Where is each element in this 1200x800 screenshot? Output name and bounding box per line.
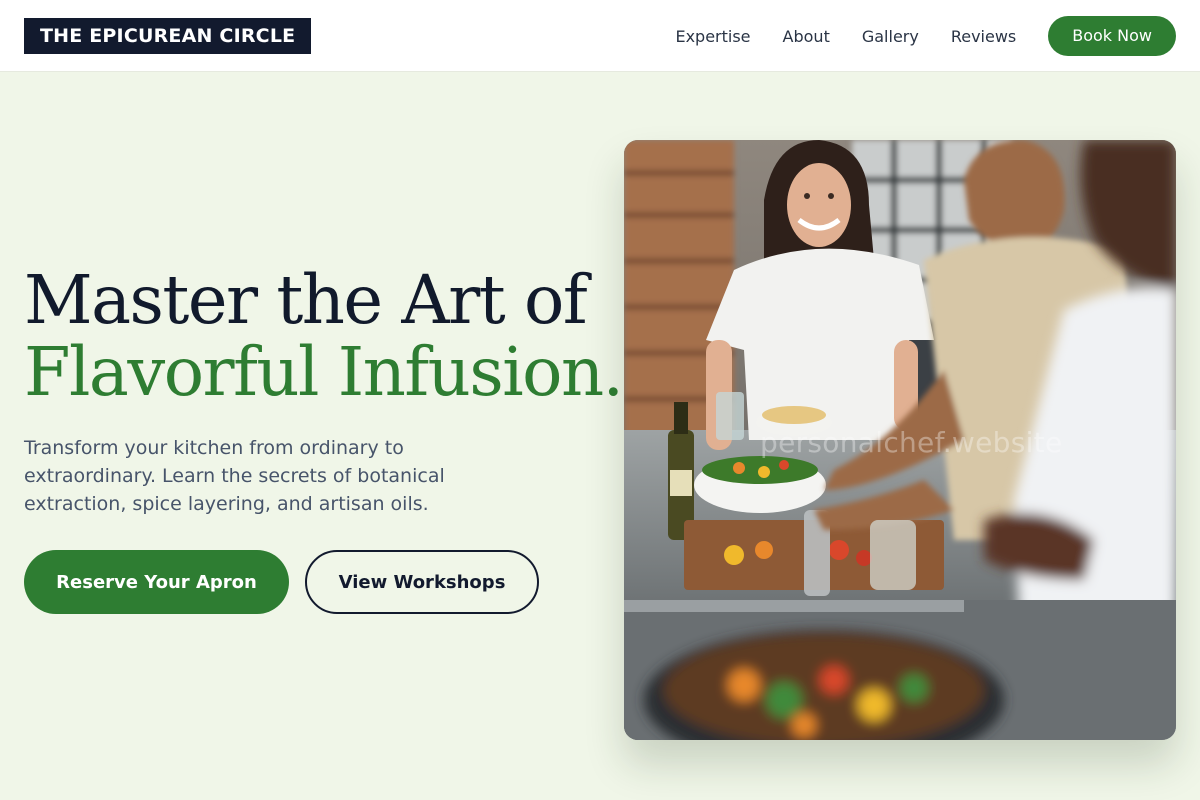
watermark-text: personalchef.website (760, 426, 1063, 459)
site-header: THE EPICUREAN CIRCLE Expertise About Gal… (0, 0, 1200, 72)
reserve-apron-button[interactable]: Reserve Your Apron (24, 550, 289, 614)
hero-title: Master the Art of Flavorful Infusion. (24, 261, 624, 411)
hero-title-line-1: Master the Art of (24, 261, 588, 339)
nav-link-about[interactable]: About (783, 27, 830, 46)
hero-subtitle: Transform your kitchen from ordinary to … (24, 437, 445, 515)
main-nav: Expertise About Gallery Reviews Book Now (675, 0, 1176, 72)
nav-link-gallery[interactable]: Gallery (862, 27, 919, 46)
nav-link-reviews[interactable]: Reviews (951, 27, 1016, 46)
view-workshops-button[interactable]: View Workshops (305, 550, 539, 614)
hero-photo: personalchef.website (624, 140, 1176, 740)
hero-title-line-2: Flavorful Infusion. (24, 333, 624, 411)
nav-link-expertise[interactable]: Expertise (675, 27, 750, 46)
book-now-button[interactable]: Book Now (1048, 16, 1176, 56)
site-logo[interactable]: THE EPICUREAN CIRCLE (24, 18, 312, 54)
